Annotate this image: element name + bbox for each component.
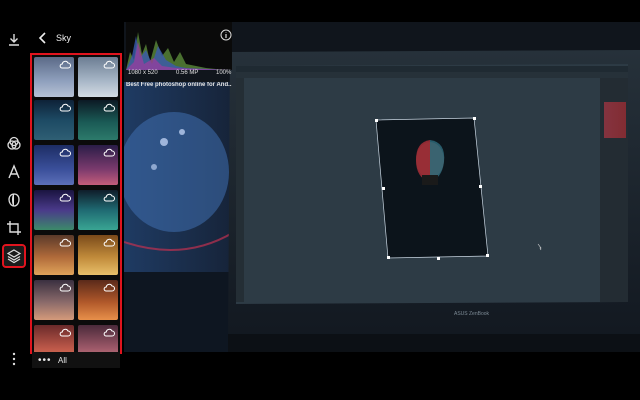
download-cloud-icon [59, 238, 71, 247]
more-options-icon[interactable] [8, 352, 20, 366]
adjust-icon[interactable] [4, 134, 24, 154]
sky-preset-5[interactable] [34, 145, 74, 185]
more-dots-icon: ••• [38, 355, 52, 366]
left-toolbar [0, 0, 28, 400]
sky-preset-8[interactable] [78, 190, 118, 230]
download-cloud-icon [103, 283, 115, 292]
download-cloud-icon [59, 328, 71, 337]
sky-preset-2[interactable] [78, 57, 118, 97]
image-description: Best Free photoshop online for And... [126, 82, 232, 88]
image-dimensions: 1080 x 520 [128, 70, 158, 76]
sky-presets-grid [30, 53, 122, 354]
download-cloud-icon [59, 103, 71, 112]
panel-title: Sky [56, 33, 72, 43]
sky-preset-14[interactable] [78, 325, 118, 352]
sky-preset-10[interactable] [78, 235, 118, 275]
sky-preset-4[interactable] [78, 100, 118, 140]
all-label: All [58, 356, 67, 365]
image-megapixels: 0.56 MP [176, 70, 199, 76]
all-presets-button[interactable]: ••• All [32, 352, 120, 368]
download-cloud-icon [103, 238, 115, 247]
download-cloud-icon [59, 283, 71, 292]
download-cloud-icon [59, 193, 71, 202]
mask-icon[interactable] [4, 190, 24, 210]
download-cloud-icon [103, 60, 115, 69]
back-chevron-icon[interactable] [36, 31, 50, 45]
laptop-brand-label: ASUS ZenBook [454, 311, 490, 317]
download-cloud-icon [59, 148, 71, 157]
sky-preset-13[interactable] [34, 325, 74, 352]
download-cloud-icon [103, 148, 115, 157]
download-cloud-icon [103, 193, 115, 202]
image-metadata: 1080 x 520 0.56 MP 100% [126, 70, 234, 80]
sky-preset-12[interactable] [78, 280, 118, 320]
download-cloud-icon [103, 103, 115, 112]
download-icon[interactable] [6, 32, 22, 48]
sky-preset-3[interactable] [34, 100, 74, 140]
sky-preset-11[interactable] [34, 280, 74, 320]
download-cloud-icon [59, 60, 71, 69]
sky-preset-6[interactable] [78, 145, 118, 185]
download-cloud-icon [103, 328, 115, 337]
layers-icon[interactable] [2, 244, 26, 268]
histogram [126, 22, 232, 70]
crop-icon[interactable] [4, 218, 24, 238]
panel-header: Sky [30, 28, 122, 50]
sky-preset-1[interactable] [34, 57, 74, 97]
image-zoom: 100% [216, 70, 232, 76]
sky-preset-7[interactable] [34, 190, 74, 230]
text-icon[interactable] [4, 162, 24, 182]
info-icon[interactable] [220, 28, 232, 41]
sky-preset-9[interactable] [34, 235, 74, 275]
